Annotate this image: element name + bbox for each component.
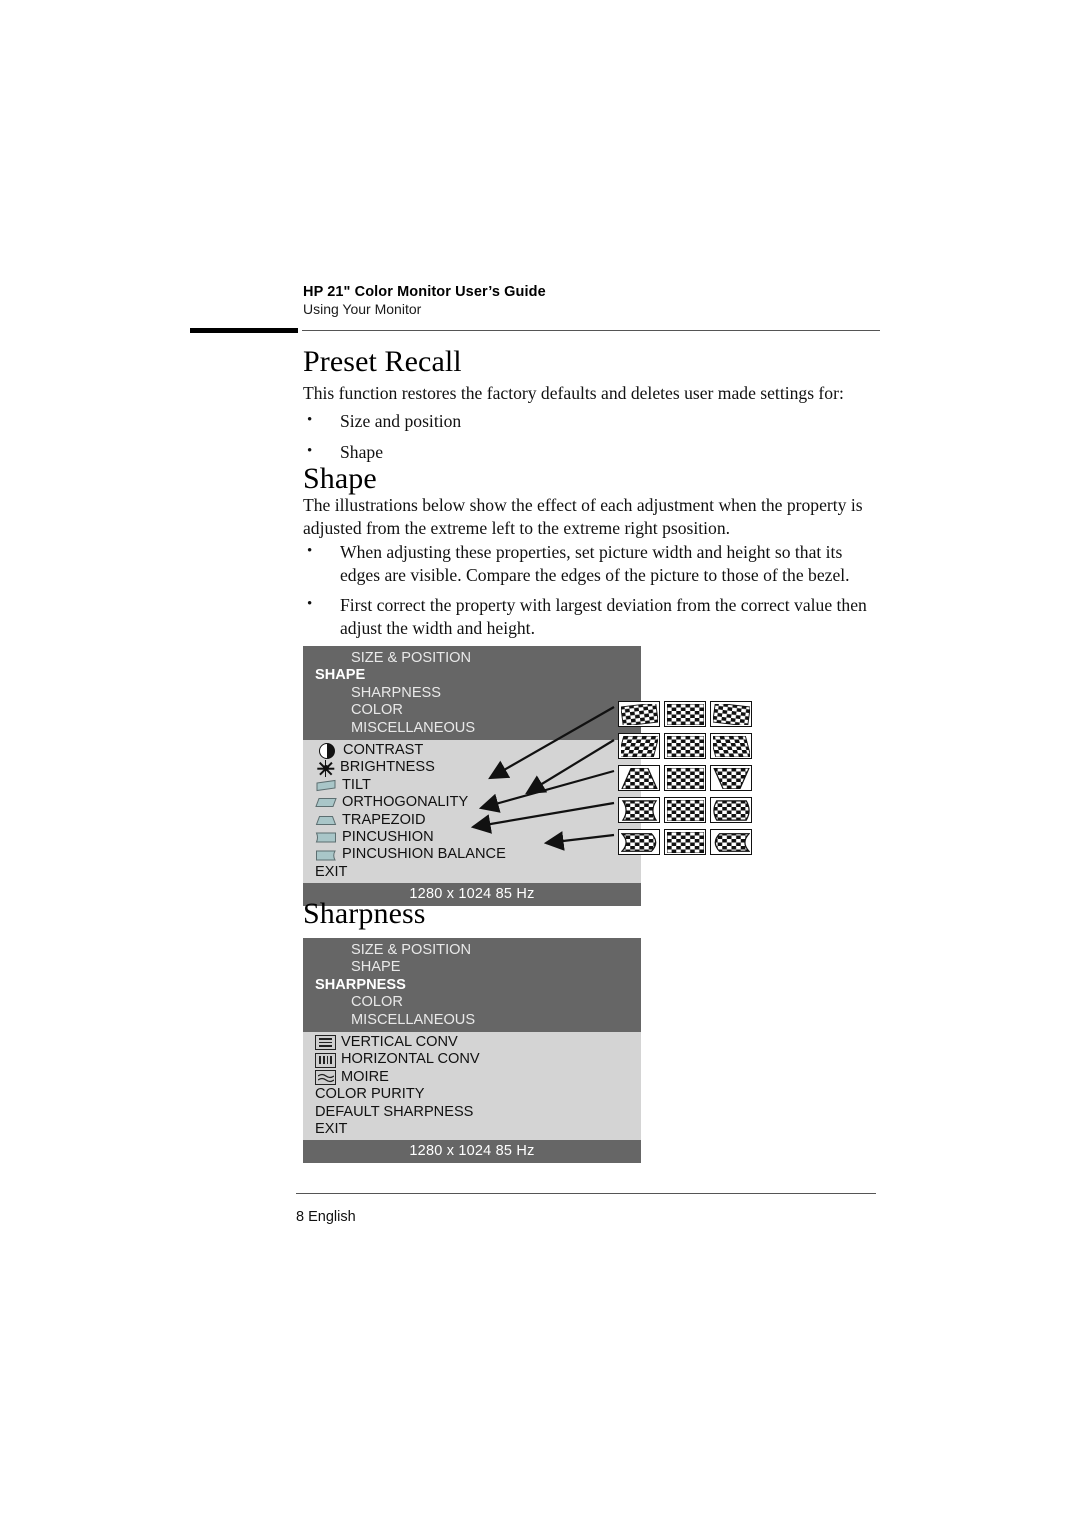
osd-category-list[interactable]: SIZE & POSITION SHAPE SHARPNESS COLOR MI… — [303, 938, 641, 1033]
footer-divider — [296, 1193, 876, 1195]
thumbnail-trapezoid-narrow-top — [618, 765, 660, 791]
thumbnail-pincushion-in — [618, 797, 660, 823]
thumbnail-pincushion-balance-normal — [664, 829, 706, 855]
thumbnail-pincushion-balance-right — [710, 829, 752, 855]
osd-menu-sharpness[interactable]: SIZE & POSITION SHAPE SHARPNESS COLOR MI… — [303, 938, 641, 1164]
thumbnail-tilt-left — [618, 701, 660, 727]
osd-category-color[interactable]: COLOR — [303, 994, 641, 1011]
osd-item-exit[interactable]: EXIT — [303, 1121, 641, 1138]
thumbnail-tilt-normal — [664, 701, 706, 727]
osd-status-bar: 1280 x 1024 85 Hz — [303, 1140, 641, 1164]
thumbnail-trapezoid-normal — [664, 765, 706, 791]
osd-item-moire[interactable]: MOIRE — [303, 1069, 641, 1086]
osd-item-color-purity[interactable]: COLOR PURITY — [303, 1086, 641, 1103]
vertical-conv-icon — [315, 1035, 336, 1051]
thumbnail-orthogonality-normal — [664, 733, 706, 759]
osd-category-label: MISCELLANEOUS — [351, 1011, 476, 1028]
thumbnail-pincushion-balance-left — [618, 829, 660, 855]
thumbnail-tilt-right — [710, 701, 752, 727]
osd-item-default-sharpness[interactable]: DEFAULT SHARPNESS — [303, 1104, 641, 1121]
page-title-sharpness: Sharpness — [303, 897, 426, 930]
thumbnail-orthogonality-left — [618, 733, 660, 759]
document-page: HP 21" Color Monitor User’s Guide Using … — [0, 0, 1080, 1528]
moire-icon — [315, 1070, 336, 1086]
horizontal-conv-icon — [315, 1052, 336, 1068]
osd-item-label: DEFAULT SHARPNESS — [315, 1103, 474, 1120]
osd-category-label: SHARPNESS — [315, 976, 406, 993]
osd-item-label: COLOR PURITY — [315, 1086, 425, 1103]
osd-category-label: COLOR — [351, 994, 403, 1011]
osd-item-label: HORIZONTAL CONV — [341, 1051, 480, 1068]
osd-item-label: EXIT — [315, 1121, 348, 1138]
osd-category-size-position[interactable]: SIZE & POSITION — [303, 942, 641, 959]
osd-category-shape[interactable]: SHAPE — [303, 959, 641, 976]
osd-item-vertical-conv[interactable]: VERTICAL CONV — [303, 1034, 641, 1051]
thumbnail-pincushion-normal — [664, 797, 706, 823]
thumbnail-orthogonality-right — [710, 733, 752, 759]
thumbnail-trapezoid-narrow-bottom — [710, 765, 752, 791]
shape-example-thumbnails — [0, 0, 1080, 1528]
osd-item-list[interactable]: VERTICAL CONV HORIZONTAL CONV MOIRE COLO… — [303, 1032, 641, 1141]
osd-category-label: SHAPE — [351, 959, 401, 976]
page-number: 8 English — [296, 1209, 356, 1225]
osd-category-label: SIZE & POSITION — [351, 942, 472, 958]
osd-item-label: MOIRE — [341, 1068, 389, 1085]
osd-category-miscellaneous[interactable]: MISCELLANEOUS — [303, 1012, 641, 1029]
thumbnail-pincushion-out — [710, 797, 752, 823]
osd-item-horizontal-conv[interactable]: HORIZONTAL CONV — [303, 1051, 641, 1068]
osd-item-label: VERTICAL CONV — [341, 1034, 458, 1051]
osd-category-sharpness[interactable]: SHARPNESS — [303, 977, 641, 994]
